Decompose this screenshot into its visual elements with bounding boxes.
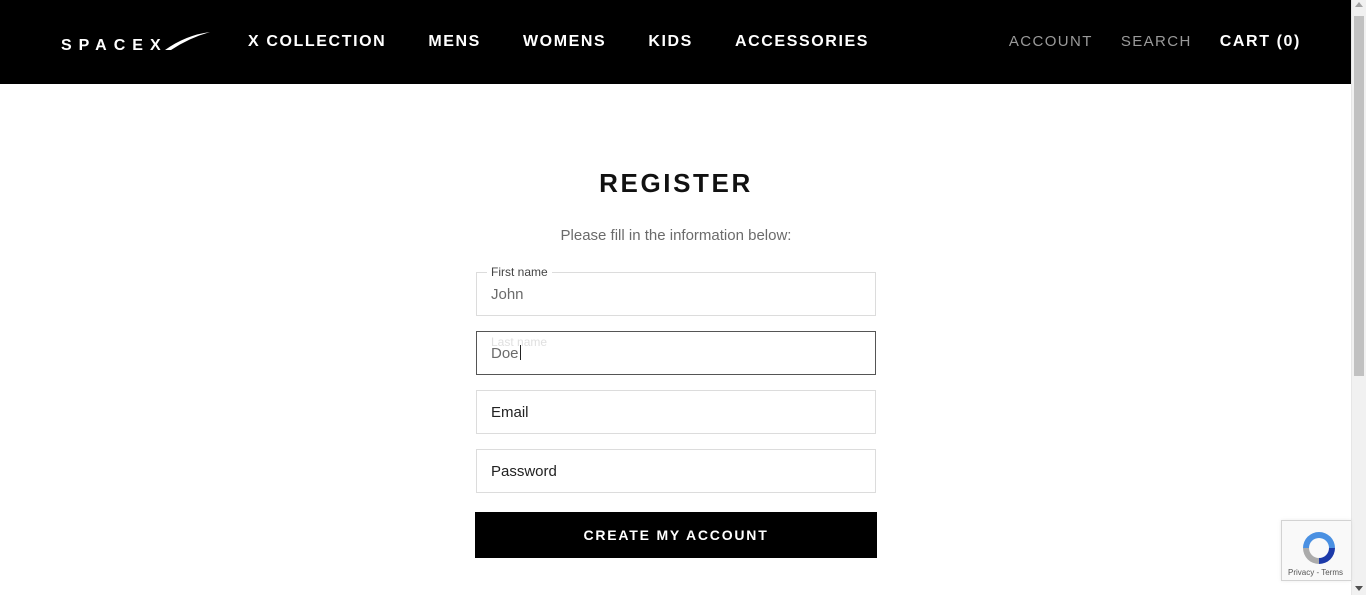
scroll-up-arrow-icon[interactable] xyxy=(1355,2,1363,7)
nav-womens[interactable]: WOMENS xyxy=(523,32,606,52)
first-name-label: First name xyxy=(487,265,552,279)
svg-text:SPACEX: SPACEX xyxy=(61,37,168,54)
nav-mens[interactable]: MENS xyxy=(428,32,481,52)
spacex-logo-icon: SPACEX xyxy=(61,32,210,54)
create-account-button[interactable]: CREATE MY ACCOUNT xyxy=(475,512,877,558)
email-placeholder: Email xyxy=(491,404,529,421)
scroll-thumb[interactable] xyxy=(1354,16,1364,376)
scroll-down-arrow-icon[interactable] xyxy=(1355,586,1363,591)
recaptcha-terms-link[interactable]: Terms xyxy=(1321,568,1343,577)
recaptcha-badge[interactable]: Privacy - Terms xyxy=(1281,520,1351,581)
password-placeholder: Password xyxy=(491,463,557,480)
last-name-field[interactable]: Last name Doe xyxy=(476,331,876,375)
password-field[interactable]: Password xyxy=(476,449,876,493)
last-name-value: Doe xyxy=(491,345,519,362)
recaptcha-privacy-link[interactable]: Privacy xyxy=(1288,568,1314,577)
last-name-value-wrap: Doe xyxy=(491,345,521,363)
cart-link[interactable]: CART (0) xyxy=(1220,32,1301,52)
text-caret xyxy=(519,345,521,360)
main-nav: X COLLECTION MENS WOMENS KIDS ACCESSORIE… xyxy=(248,32,911,52)
form-subtitle: Please fill in the information below: xyxy=(560,227,792,244)
account-link[interactable]: ACCOUNT xyxy=(1009,32,1093,52)
nav-accessories[interactable]: ACCESSORIES xyxy=(735,32,869,52)
spacex-logo[interactable]: SPACEX xyxy=(61,30,211,54)
recaptcha-links: Privacy - Terms xyxy=(1288,568,1343,577)
first-name-value: John xyxy=(491,286,524,303)
first-name-field[interactable]: First name John xyxy=(476,265,876,316)
page-scrollbar[interactable] xyxy=(1351,0,1366,595)
nav-kids[interactable]: KIDS xyxy=(648,32,693,52)
email-field[interactable]: Email xyxy=(476,390,876,434)
utility-nav: ACCOUNT SEARCH CART (0) xyxy=(1009,32,1301,52)
site-header: SPACEX X COLLECTION MENS WOMENS KIDS ACC… xyxy=(0,0,1351,84)
page-title: REGISTER xyxy=(599,168,753,198)
nav-x-collection[interactable]: X COLLECTION xyxy=(248,32,386,52)
recaptcha-icon xyxy=(1303,532,1335,564)
search-link[interactable]: SEARCH xyxy=(1121,32,1192,52)
